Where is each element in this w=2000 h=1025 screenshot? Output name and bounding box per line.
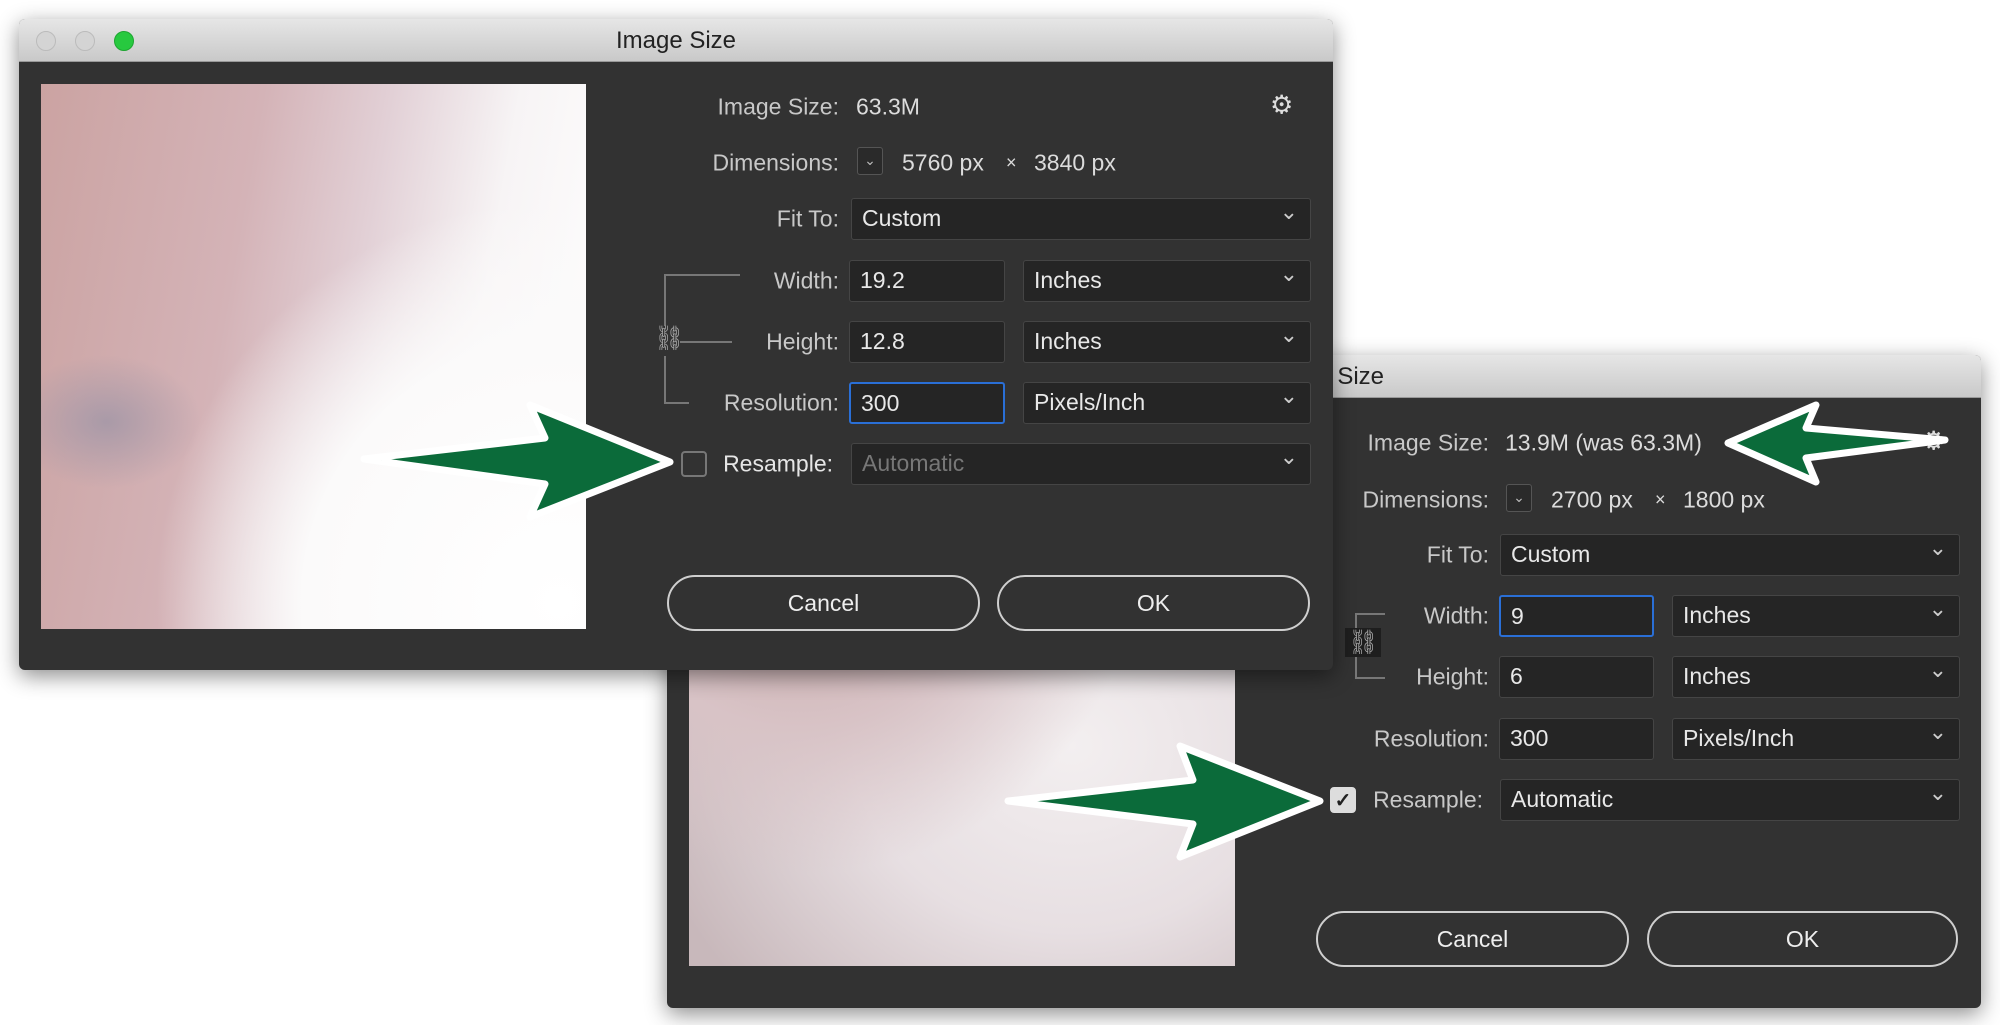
arrow-to-image-size-value — [1724, 401, 1949, 486]
annotation-arrows — [360, 401, 1949, 861]
arrow-to-resample-unchecked — [360, 401, 674, 521]
arrow-to-resample-checked — [1004, 742, 1324, 861]
